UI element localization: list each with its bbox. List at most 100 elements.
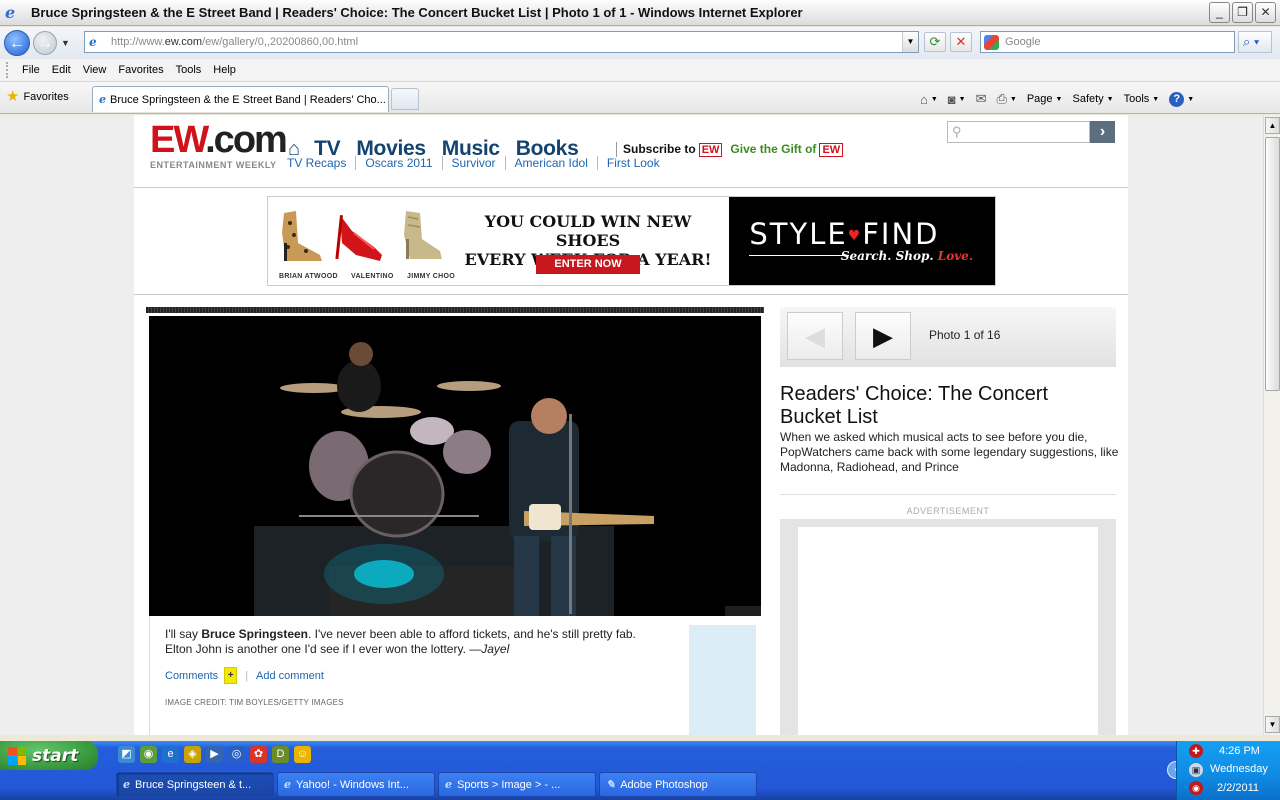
subscribe-link[interactable]: Subscribe to EW — [623, 142, 723, 157]
prev-photo-button[interactable]: ◀ — [787, 312, 843, 360]
subnav-first-look[interactable]: First Look — [598, 156, 669, 170]
favorites-button[interactable]: ★ Favorites — [6, 88, 69, 105]
gift-link[interactable]: Give the Gift of EW — [730, 142, 844, 157]
scroll-thumb[interactable] — [1265, 137, 1280, 391]
messenger-icon[interactable]: ☺ — [294, 746, 311, 763]
subnav-tv-recaps[interactable]: TV Recaps — [287, 156, 357, 170]
clock-time[interactable]: 4:26 PM — [1219, 745, 1260, 757]
print-button[interactable]: ⎙ ▼ — [997, 91, 1017, 107]
logo-subtitle: ENTERTAINMENT WEEKLY — [150, 160, 277, 170]
media-player-icon[interactable]: ▶ — [206, 746, 223, 763]
leopard-shoe-image — [282, 211, 322, 261]
scroll-down-arrow[interactable]: ▼ — [1265, 716, 1280, 733]
comments-row: Comments + | Add comment — [165, 667, 324, 684]
menu-tools[interactable]: Tools — [176, 64, 202, 76]
url-field[interactable]: e http://www.ew.com/ew/gallery/0,,202008… — [84, 31, 919, 53]
home-button[interactable]: ⌂ ▼ — [920, 92, 938, 107]
ew-logo[interactable]: EW.com ENTERTAINMENT WEEKLY — [150, 121, 288, 170]
close-button[interactable]: ✕ — [1255, 2, 1276, 23]
task-button[interactable]: e Yahoo! - Windows Int... — [277, 772, 435, 797]
banner-ad[interactable]: BRIAN ATWOOD VALENTINO JIMMY CHOO YOU CO… — [267, 196, 996, 286]
menu-help[interactable]: Help — [213, 64, 236, 76]
ie-icon: e — [5, 2, 16, 22]
forward-button[interactable]: → — [33, 31, 57, 55]
stylefind-logo: STYLE♥FIND — [749, 217, 940, 251]
address-bar-row: ← → ▼ e http://www.ew.com/ew/gallery/0,,… — [0, 27, 1280, 59]
star-icon: ★ — [6, 88, 20, 105]
network-icon[interactable]: ▣ — [1189, 763, 1203, 777]
task-button[interactable]: e Sports > Image > - ... — [438, 772, 596, 797]
next-photo-button[interactable]: ▶ — [855, 312, 911, 360]
window-title: Bruce Springsteen & the E Street Band | … — [31, 5, 803, 20]
page-icon: e — [89, 35, 97, 49]
tools-menu[interactable]: Tools ▼ — [1124, 93, 1160, 105]
antivirus-icon[interactable]: ◉ — [1189, 781, 1203, 795]
safety-menu[interactable]: Safety ▼ — [1072, 93, 1113, 105]
menu-favorites[interactable]: Favorites — [118, 64, 163, 76]
search-go-button[interactable]: ⌕ ▾ — [1238, 31, 1272, 53]
ie-icon[interactable]: e — [162, 746, 179, 763]
minimize-button[interactable]: _ — [1209, 2, 1230, 23]
subnav-survivor[interactable]: Survivor — [443, 156, 506, 170]
site-search-button[interactable]: › — [1090, 121, 1115, 143]
stylefind-panel: STYLE♥FIND Search. Shop. Love. — [729, 197, 995, 285]
history-dropdown-icon[interactable]: ▼ — [61, 38, 70, 48]
menu-view[interactable]: View — [83, 64, 107, 76]
brand-label: BRIAN ATWOOD — [279, 273, 338, 280]
brand-label: JIMMY CHOO — [407, 273, 455, 280]
menu-file[interactable]: File — [22, 64, 40, 76]
browser-tab-active[interactable]: e Bruce Springsteen & the E Street Band … — [92, 86, 389, 112]
app-icon[interactable]: ◎ — [228, 746, 245, 763]
url-text[interactable]: http://www.ew.com/ew/gallery/0,,20200860… — [111, 36, 358, 48]
site-search-input[interactable]: ⚲ — [947, 121, 1090, 143]
comments-link[interactable]: Comments — [165, 670, 218, 682]
task-button[interactable]: e Bruce Springsteen & t... — [116, 772, 274, 797]
help-menu[interactable]: ? ▼ — [1169, 91, 1194, 107]
add-comment-link[interactable]: Add comment — [256, 670, 324, 682]
caption-box: I'll say Bruce Springsteen. I've never b… — [149, 616, 761, 735]
url-dropdown-icon[interactable]: ▼ — [902, 32, 918, 52]
window-titlebar: e Bruce Springsteen & the E Street Band … — [0, 0, 1280, 26]
back-button[interactable]: ← — [4, 30, 30, 56]
home-icon: ⌂ — [920, 91, 928, 107]
sidebar-ad-slot[interactable] — [798, 527, 1098, 735]
vertical-scrollbar[interactable]: ▲ ▼ — [1263, 115, 1280, 735]
quick-launch: ◩ ◉ e ◈ ▶ ◎ ✿ D ☺ — [118, 746, 311, 763]
restore-button[interactable]: ❐ — [1232, 2, 1253, 23]
show-desktop-icon[interactable]: ◩ — [118, 746, 135, 763]
app-icon[interactable]: ◉ — [140, 746, 157, 763]
rss-icon: ◙ — [947, 91, 956, 107]
help-icon: ? — [1169, 91, 1185, 107]
ew-page: EW.com ENTERTAINMENT WEEKLY ⌂ TV Movies … — [134, 115, 1128, 735]
gallery-photo[interactable]: ▶ — [149, 316, 761, 616]
new-tab-button[interactable] — [391, 88, 419, 110]
feeds-button[interactable]: ◙ ▼ — [948, 92, 966, 107]
menu-edit[interactable]: Edit — [52, 64, 71, 76]
security-shield-icon[interactable]: ✚ — [1189, 744, 1203, 758]
subnav-oscars[interactable]: Oscars 2011 — [356, 156, 443, 170]
refresh-button[interactable]: ⟳ — [924, 32, 946, 52]
enter-now-button[interactable]: ENTER NOW — [536, 255, 640, 274]
task-button[interactable]: ✎ Adobe Photoshop — [599, 772, 757, 797]
browser-search-input[interactable]: Google — [980, 31, 1235, 53]
stylefind-tagline: Search. Shop. Love. — [840, 249, 973, 263]
caption-text: I'll say Bruce Springsteen. I've never b… — [165, 627, 636, 656]
photo-count: Photo 1 of 16 — [929, 328, 1001, 342]
search-placeholder: Google — [1005, 36, 1041, 48]
stop-button[interactable]: ✕ — [950, 32, 972, 52]
photo-next-arrow[interactable]: ▶ — [725, 606, 761, 616]
app-icon[interactable]: ✿ — [250, 746, 267, 763]
page-menu[interactable]: Page ▼ — [1027, 93, 1063, 105]
dreamweaver-icon[interactable]: D — [272, 746, 289, 763]
brand-label: VALENTINO — [351, 273, 394, 280]
windows-flag-icon — [8, 746, 26, 765]
scroll-up-arrow[interactable]: ▲ — [1265, 117, 1280, 134]
gallery-description: When we asked which musical acts to see … — [780, 430, 1119, 474]
menu-bar: File Edit View Favorites Tools Help — [0, 59, 1280, 82]
sub-nav: TV Recaps Oscars 2011 Survivor American … — [287, 156, 669, 170]
start-button[interactable]: start — [0, 741, 98, 770]
mail-button[interactable]: ✉ — [976, 91, 987, 107]
app-icon[interactable]: ◈ — [184, 746, 201, 763]
subnav-american-idol[interactable]: American Idol — [506, 156, 598, 170]
comment-plus-icon[interactable]: + — [224, 667, 238, 684]
